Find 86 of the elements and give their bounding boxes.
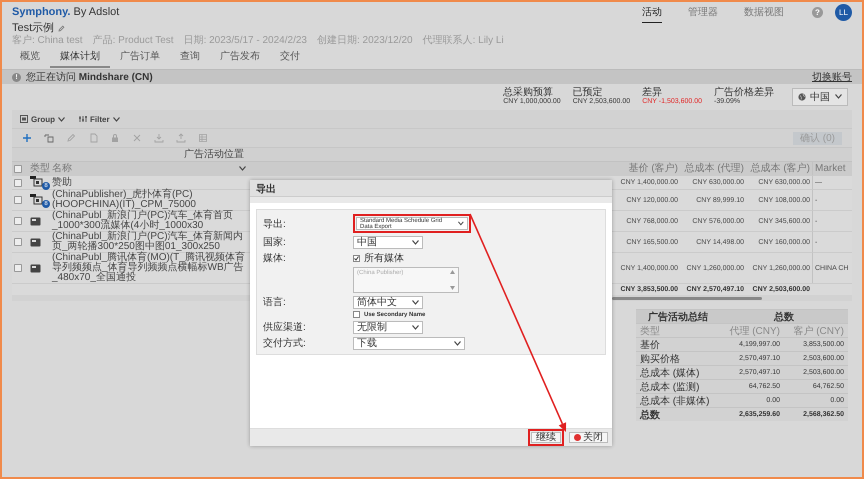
select-field[interactable]: 下载: [353, 336, 465, 350]
field-label: 供应渠道:: [263, 320, 307, 334]
image-icon: [30, 264, 41, 272]
plan-meta: 产品: Product Test: [92, 35, 174, 47]
copy-icon[interactable]: [44, 133, 54, 143]
pencil-icon[interactable]: [58, 25, 66, 32]
summary-label: 总成本 (媒体): [640, 366, 700, 380]
checkbox[interactable]: 所有媒体: [353, 251, 404, 265]
tab[interactable]: 广告订单: [110, 49, 170, 68]
column-header: 类型: [640, 324, 660, 338]
checkbox[interactable]: [14, 196, 22, 204]
select-field[interactable]: 无限制: [353, 320, 423, 334]
switch-account-link[interactable]: 切换账号: [812, 70, 852, 84]
group-button[interactable]: Group: [20, 114, 65, 124]
caret-icon: [835, 94, 842, 99]
placement-name[interactable]: (ChinaPubl_腾讯体育(MO)(T_腾讯视频体育导列频频点_体育导列频频点横幅标WB广告_480x70_全国通投: [52, 253, 246, 283]
placement-name[interactable]: (ChinaPubl_新浪门户(PC)汽车_体育新闻内页_两轮播300*250图中图01_300x250: [52, 232, 246, 252]
brand-name: Symphony.: [12, 6, 70, 18]
dialog-title: 导出: [256, 184, 276, 195]
close-icon: [574, 434, 581, 440]
group-icon: [20, 115, 28, 123]
placement-name[interactable]: (ChinaPubl_新浪门户(PC)汽车_体育首页_1000*300流媒体(4小时_1000x30: [52, 211, 246, 231]
summary-label: 购买价格: [640, 352, 680, 366]
checkbox[interactable]: [14, 178, 22, 186]
caret-icon: [458, 221, 464, 226]
image-icon: [30, 216, 41, 226]
field-label: 媒体:: [263, 252, 287, 265]
summary-label: 总成本 (非媒体): [640, 394, 710, 408]
plan-title: Test示例: [12, 22, 54, 34]
budget-label: 总采购预算: [503, 88, 554, 98]
filter-button[interactable]: Filter: [79, 114, 120, 124]
avatar[interactable]: LL: [835, 4, 852, 20]
column-group-header: 广告活动位置: [184, 149, 244, 160]
select-field[interactable]: 简体中文: [353, 296, 423, 308]
column-header: 客户 (CNY): [793, 324, 844, 338]
budget-label: 已预定: [572, 88, 604, 98]
tab[interactable]: 广告发布: [210, 49, 270, 68]
field-label: 交付方式:: [263, 336, 307, 350]
budget-label: 广告价格差异: [714, 88, 774, 98]
filter-icon: [79, 115, 87, 123]
plan-meta: 日期: 2023/5/17 - 2024/2/23: [184, 35, 307, 47]
checkbox[interactable]: [14, 217, 22, 225]
scroll-up-icon[interactable]: [450, 270, 455, 274]
checkbox[interactable]: [14, 238, 22, 246]
plan-meta: 客户: China test: [12, 35, 83, 47]
field-label: 国家:: [263, 236, 287, 249]
region-dropdown[interactable]: 中国: [792, 88, 848, 106]
scrollbar[interactable]: [612, 296, 762, 300]
package-icon: [30, 194, 44, 204]
image-icon: [30, 238, 41, 246]
tab[interactable]: 概览: [10, 49, 50, 68]
summary-label: 总成本 (监测): [640, 380, 700, 394]
continue-button[interactable]: 继续: [531, 432, 561, 442]
field-label: 导出:: [263, 218, 287, 230]
select-field[interactable]: 中国: [353, 236, 423, 248]
add-icon[interactable]: [22, 133, 32, 143]
summary-label: 总数: [640, 408, 660, 422]
field-label: 语言:: [263, 296, 287, 309]
summary-title: 广告活动总结: [648, 310, 708, 324]
caret-icon: [112, 116, 120, 122]
caret-icon: [412, 240, 419, 244]
caret-icon: [58, 116, 65, 122]
tab[interactable]: 交付: [270, 49, 310, 68]
caret-icon: [239, 166, 246, 171]
close-button[interactable]: 关闭: [569, 432, 608, 442]
banner-text: 您正在访问 Mindshare (CN): [26, 70, 153, 84]
checkmark-icon: [354, 256, 359, 260]
plan-meta: 代理联系人: Lily Li: [422, 35, 504, 47]
plan-meta: 创建日期: 2023/12/20: [316, 35, 413, 47]
caret-icon: [412, 324, 419, 330]
brand-tagline: By Adslot: [73, 6, 120, 18]
placement-name[interactable]: 赞助: [52, 178, 72, 188]
tab[interactable]: 查询: [170, 49, 210, 68]
checkbox[interactable]: [14, 164, 22, 172]
caret-icon: [454, 340, 461, 346]
nav-link[interactable]: 活动: [642, 2, 662, 22]
globe-icon: [798, 92, 806, 100]
column-header: 代理 (CNY): [729, 324, 780, 338]
summary-label: 基价: [640, 338, 660, 352]
package-icon: [30, 176, 44, 187]
placement-name[interactable]: (ChinaPublisher)_虎扑体育(PC)(HOOPCHINA)(IT)_CPM_75000: [52, 190, 246, 210]
budget-label: 差异: [642, 88, 664, 98]
scroll-down-icon[interactable]: [450, 286, 455, 290]
checkbox[interactable]: [14, 264, 22, 272]
summary-total-header: 总数: [774, 310, 794, 324]
caret-icon: [412, 300, 419, 304]
